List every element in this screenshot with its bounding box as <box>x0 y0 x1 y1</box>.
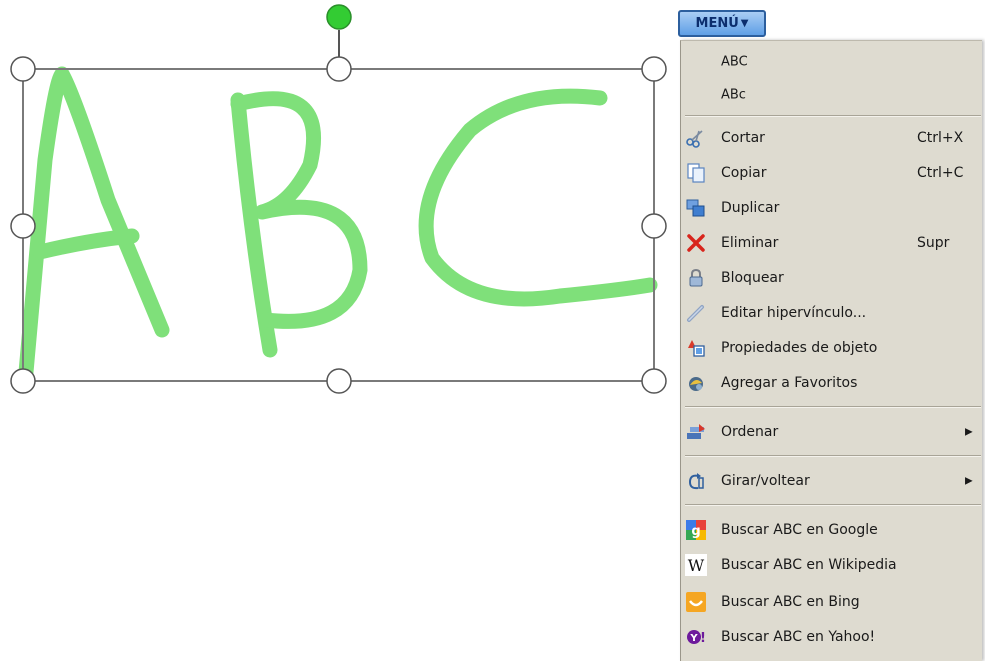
properties-icon <box>688 340 705 357</box>
duplicate-icon <box>686 199 705 217</box>
menu-item-label: Buscar ABC en Yahoo! <box>721 629 876 645</box>
menu-item-label: Cortar <box>721 130 765 146</box>
rotate-icon <box>688 473 704 490</box>
lock-icon <box>689 268 703 287</box>
menu-item-label: Buscar ABC en Google <box>721 522 878 538</box>
favorites-icon <box>689 377 703 391</box>
menu-item-label: Ordenar <box>721 424 779 440</box>
menu-button-label: MENÚ <box>695 16 739 31</box>
submenu-arrow-icon: ▶ <box>965 426 973 438</box>
menu-item-copy[interactable]: Copiar Ctrl+C <box>681 158 981 188</box>
menu-item-delete[interactable]: Eliminar Supr <box>681 228 981 258</box>
bing-icon <box>686 592 706 612</box>
resize-handle-bottom-left[interactable] <box>10 368 36 394</box>
menu-separator <box>685 455 981 457</box>
menu-item-label: Duplicar <box>721 200 780 216</box>
recognized-text-abc[interactable]: ABC <box>681 47 981 77</box>
menu-item-edit-hyperlink[interactable]: Editar hipervínculo... <box>681 298 981 328</box>
menu-button[interactable]: MENÚ ▼ <box>678 10 766 37</box>
menu-item-label: Agregar a Favoritos <box>721 375 858 391</box>
menu-item-label: Girar/voltear <box>721 473 810 489</box>
menu-item-label: ABc <box>721 87 746 103</box>
svg-text:!: ! <box>700 631 706 646</box>
menu-item-search-yahoo[interactable]: Y ! Buscar ABC en Yahoo! <box>681 622 981 652</box>
selection-layer <box>10 4 667 394</box>
delete-icon <box>687 234 705 252</box>
recognized-text-abc-lower[interactable]: ABc <box>681 80 981 110</box>
menu-item-search-google[interactable]: g Buscar ABC en Google <box>681 515 981 545</box>
wikipedia-icon: W <box>685 554 707 576</box>
menu-item-label: Editar hipervínculo... <box>721 305 867 321</box>
menu-item-label: Buscar ABC en Bing <box>721 594 860 610</box>
resize-handle-top-left[interactable] <box>10 56 36 82</box>
order-icon <box>687 424 705 439</box>
google-icon: g <box>686 520 706 540</box>
chevron-down-icon: ▼ <box>740 18 749 29</box>
context-menu: ABC ABc Cortar Ctrl+X Copiar Ctrl+C Dupl… <box>680 40 982 661</box>
menu-item-search-bing[interactable]: Buscar ABC en Bing <box>681 587 981 617</box>
menu-separator <box>685 115 981 117</box>
resize-handle-top-right[interactable] <box>641 56 667 82</box>
menu-item-shortcut: Supr <box>917 235 950 251</box>
menu-item-duplicate[interactable]: Duplicar <box>681 193 981 223</box>
menu-separator <box>685 504 981 506</box>
resize-handle-bottom[interactable] <box>326 368 352 394</box>
resize-handle-top[interactable] <box>326 56 352 82</box>
menu-item-add-favorites[interactable]: Agregar a Favoritos <box>681 368 981 398</box>
svg-text:W: W <box>688 556 705 575</box>
rotate-handle[interactable] <box>326 4 352 30</box>
menu-item-label: Propiedades de objeto <box>721 340 878 356</box>
menu-item-rotate-flip[interactable]: Girar/voltear ▶ <box>681 466 981 496</box>
submenu-arrow-icon: ▶ <box>965 475 973 487</box>
menu-item-label: Bloquear <box>721 270 784 286</box>
scissors-icon <box>686 130 703 148</box>
resize-handle-bottom-right[interactable] <box>641 368 667 394</box>
menu-item-shortcut: Ctrl+X <box>917 130 964 146</box>
menu-item-label: ABC <box>721 54 748 70</box>
menu-item-label: Eliminar <box>721 235 779 251</box>
resize-handle-left[interactable] <box>10 213 36 239</box>
yahoo-icon: Y ! <box>687 630 706 646</box>
resize-handle-right[interactable] <box>641 213 667 239</box>
handwritten-ink-abc[interactable] <box>18 66 658 380</box>
menu-separator <box>685 406 981 408</box>
menu-item-lock[interactable]: Bloquear <box>681 263 981 293</box>
menu-item-object-properties[interactable]: Propiedades de objeto <box>681 333 981 363</box>
menu-item-cut[interactable]: Cortar Ctrl+X <box>681 123 981 153</box>
menu-item-label: Copiar <box>721 165 767 181</box>
menu-item-search-wikipedia[interactable]: W Buscar ABC en Wikipedia <box>681 550 981 580</box>
copy-icon <box>687 163 705 183</box>
drawing-canvas[interactable] <box>0 0 680 661</box>
menu-item-label: Buscar ABC en Wikipedia <box>721 557 897 573</box>
svg-text:g: g <box>691 524 700 539</box>
svg-text:Y: Y <box>689 633 698 644</box>
menu-item-shortcut: Ctrl+C <box>917 165 964 181</box>
hyperlink-icon <box>687 305 704 322</box>
menu-item-order[interactable]: Ordenar ▶ <box>681 417 981 447</box>
